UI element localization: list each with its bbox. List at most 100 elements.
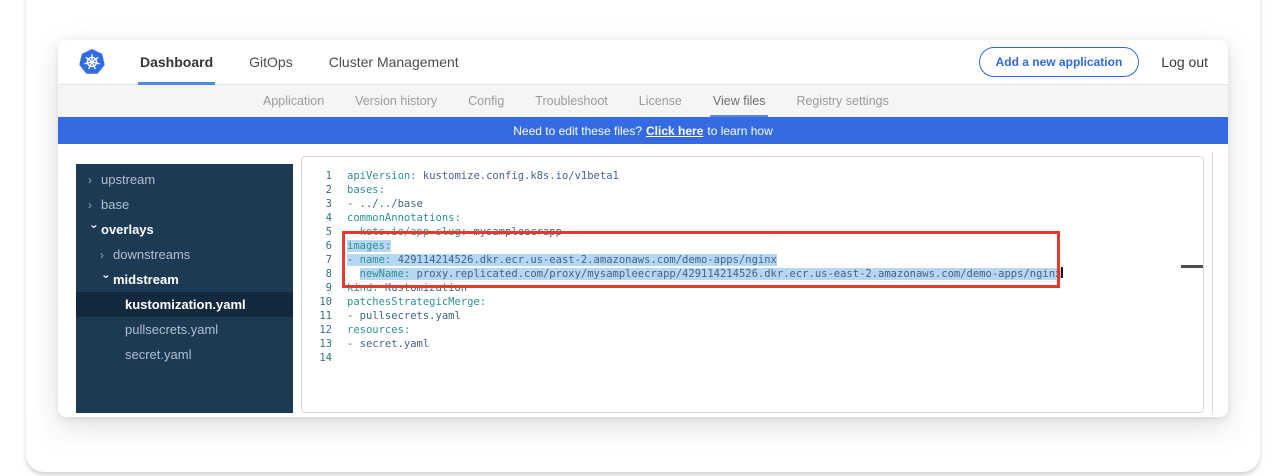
code-line-10: 10 patchesStrategicMerge:	[302, 295, 1203, 309]
code-text: patchesStrategicMerge:	[347, 296, 486, 308]
tree-item-upstream[interactable]: ›upstream	[76, 167, 293, 192]
yaml-value: Kustomization	[379, 282, 468, 294]
code-text: - secret.yaml	[347, 338, 429, 350]
top-nav-tabs: Dashboard GitOps Cluster Management	[122, 40, 477, 84]
subnav-tab-troubleshoot[interactable]: Troubleshoot	[535, 85, 608, 117]
yaml-key: resources:	[347, 324, 410, 336]
line-number: 2	[302, 183, 332, 197]
subnav-tab-config[interactable]: Config	[468, 85, 504, 117]
yaml-value: mysampleecrapp	[467, 226, 562, 238]
tree-item-label: base	[101, 197, 129, 212]
code-text: - ../../base	[347, 198, 423, 210]
tree-item-label: upstream	[101, 172, 155, 187]
subnav-tab-application[interactable]: Application	[263, 85, 324, 117]
line-number: 11	[302, 309, 332, 323]
code-line-9: 9 kind: Kustomization	[302, 281, 1203, 295]
line-number: 13	[302, 337, 332, 351]
yaml-key: patchesStrategicMerge:	[347, 296, 486, 308]
yaml-key: newName:	[360, 268, 411, 280]
view-files-content: ›upstream›base›overlays›downstreams›mids…	[58, 144, 1228, 417]
code-line-4: 4commonAnnotations:	[302, 211, 1203, 225]
line-number: 9	[302, 281, 332, 295]
selected-text: images:	[347, 240, 391, 252]
kubernetes-logo-icon	[78, 48, 106, 76]
edit-files-banner: Need to edit these files? Click here to …	[58, 117, 1228, 144]
code-line-2: 2 bases:	[302, 183, 1203, 197]
yaml-key: name:	[360, 254, 392, 266]
subnav-tab-view-files[interactable]: View files	[713, 85, 766, 117]
yaml-key: kots.io/app-slug:	[360, 226, 467, 238]
top-tab-cluster-management[interactable]: Cluster Management	[329, 40, 459, 84]
code-line-14: 14	[302, 351, 1203, 365]
top-tab-gitops[interactable]: GitOps	[249, 40, 293, 84]
code-line-13: 13 - secret.yaml	[302, 337, 1203, 351]
subnav-tab-license[interactable]: License	[639, 85, 682, 117]
tree-item-kustomization-yaml[interactable]: kustomization.yaml	[76, 292, 293, 317]
line-number: 3	[302, 197, 332, 211]
code-text: apiVersion: kustomize.config.k8s.io/v1be…	[347, 170, 619, 182]
top-navbar: Dashboard GitOps Cluster Management Add a …	[58, 40, 1228, 85]
subnav-tab-registry-settings[interactable]: Registry settings	[796, 85, 888, 117]
yaml-key: apiVersion:	[347, 170, 417, 182]
tree-item-secret-yaml[interactable]: secret.yaml	[76, 342, 293, 367]
tree-item-pullsecrets-yaml[interactable]: pullsecrets.yaml	[76, 317, 293, 342]
yaml-value: -	[347, 254, 360, 266]
banner-click-here-link[interactable]: Click here	[646, 124, 703, 138]
yaml-key: bases:	[347, 184, 385, 196]
code-line-7: 7 - name: 429114214526.dkr.ecr.us-east-2.…	[302, 253, 1203, 267]
top-tab-dashboard[interactable]: Dashboard	[140, 40, 213, 84]
tree-item-label: midstream	[113, 272, 179, 287]
code-line-1: 1 apiVersion: kustomize.config.k8s.io/v1b…	[302, 169, 1203, 183]
code-text: kind: Kustomization	[347, 282, 467, 294]
tree-item-label: kustomization.yaml	[125, 297, 246, 312]
code-line-6: 6 images:	[302, 239, 1203, 253]
code-text: resources:	[347, 324, 410, 336]
line-number: 1	[302, 169, 332, 183]
tree-item-downstreams[interactable]: ›downstreams	[76, 242, 293, 267]
scrollbar-thumb[interactable]	[1181, 265, 1203, 268]
yaml-value: proxy.replicated.com/proxy/mysampleecrap…	[410, 268, 1061, 280]
banner-text-after: to learn how	[707, 124, 772, 138]
yaml-key: kind:	[347, 282, 379, 294]
selected-text: - name: 429114214526.dkr.ecr.us-east-2.a…	[347, 254, 777, 266]
code-line-3: 3 - ../../base	[302, 197, 1203, 211]
yaml-value: 429114214526.dkr.ecr.us-east-2.amazonaws…	[391, 254, 777, 266]
file-tree-sidebar: ›upstream›base›overlays›downstreams›mids…	[76, 164, 293, 413]
line-number: 5	[302, 225, 332, 239]
tree-item-label: downstreams	[113, 247, 190, 262]
line-number: 10	[302, 295, 332, 309]
line-number: 8	[302, 267, 332, 281]
yaml-value: kustomize.config.k8s.io/v1beta1	[417, 170, 619, 182]
selected-text: newName: proxy.replicated.com/proxy/mysa…	[360, 268, 1062, 280]
code-line-12: 12 resources:	[302, 323, 1203, 337]
tree-item-label: overlays	[101, 222, 154, 237]
code-line-11: 11 - pullsecrets.yaml	[302, 309, 1203, 323]
yaml-key: images:	[347, 240, 391, 252]
app-subnav: Application Version history Config Troubles…	[58, 85, 1228, 117]
tree-item-overlays[interactable]: ›overlays	[76, 217, 293, 242]
subnav-tab-version-history[interactable]: Version history	[355, 85, 437, 117]
yaml-code-editor[interactable]: 1 apiVersion: kustomize.config.k8s.io/v1b…	[301, 156, 1204, 413]
tree-item-base[interactable]: ›base	[76, 192, 293, 217]
code-line-8: 8 newName: proxy.replicated.com/proxy/my…	[302, 267, 1203, 281]
tree-item-label: pullsecrets.yaml	[125, 322, 218, 337]
line-number: 12	[302, 323, 332, 337]
yaml-value: - pullsecrets.yaml	[347, 310, 461, 322]
chevron-down-icon: ›	[88, 224, 102, 237]
banner-text-before: Need to edit these files?	[513, 124, 642, 138]
yaml-key: commonAnnotations:	[347, 212, 461, 224]
admin-console-window: Dashboard GitOps Cluster Management Add a …	[58, 40, 1228, 417]
yaml-value: - ../../base	[347, 198, 423, 210]
tree-item-midstream[interactable]: ›midstream	[76, 267, 293, 292]
code-line-5: 5 kots.io/app-slug: mysampleecrapp	[302, 225, 1203, 239]
logout-link[interactable]: Log out	[1161, 54, 1208, 70]
page-scrollbar-track	[1212, 152, 1213, 413]
line-number: 6	[302, 239, 332, 253]
chevron-right-icon: ›	[100, 248, 113, 262]
add-new-application-button[interactable]: Add a new application	[979, 47, 1140, 77]
line-number: 14	[302, 351, 332, 365]
chevron-right-icon: ›	[88, 173, 101, 187]
chevron-right-icon: ›	[88, 198, 101, 212]
chevron-down-icon: ›	[100, 274, 114, 287]
line-number: 7	[302, 253, 332, 267]
